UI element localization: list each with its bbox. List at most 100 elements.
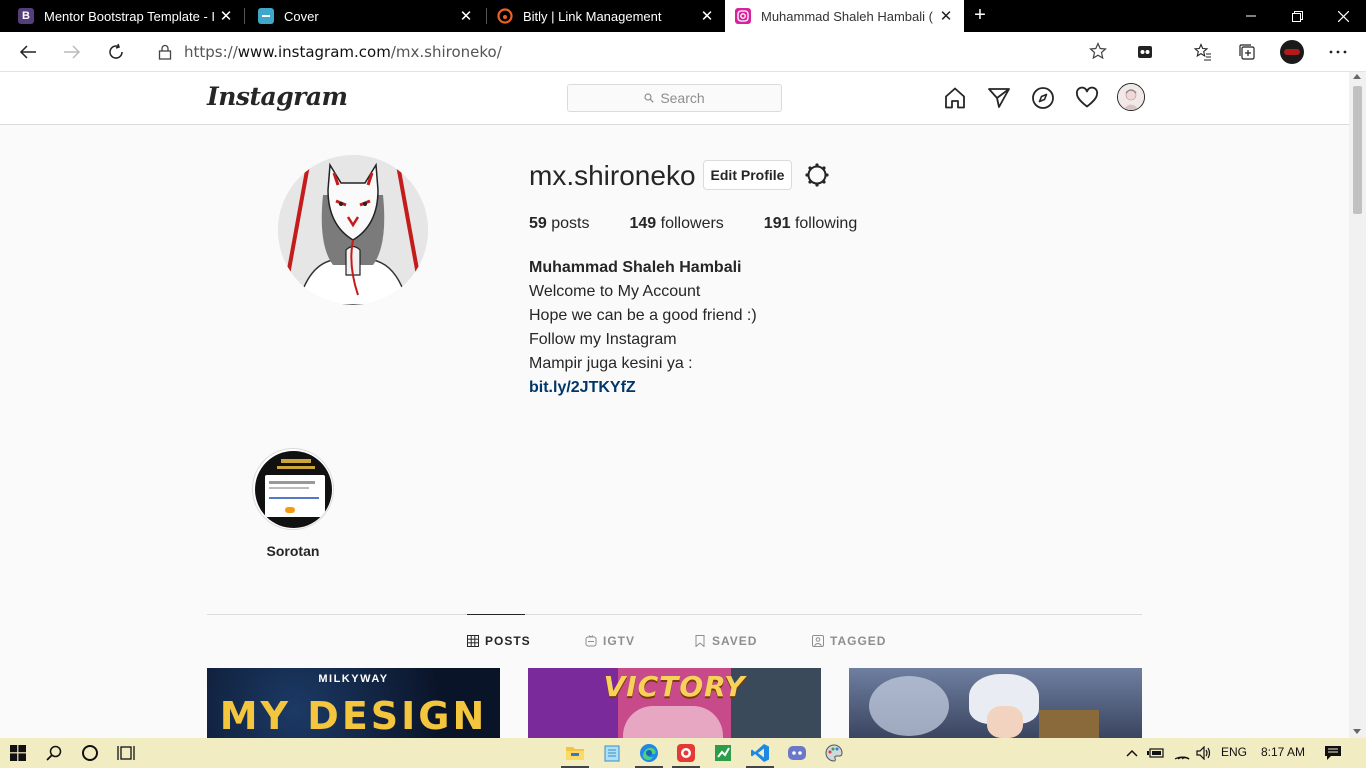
notepad-button[interactable]	[600, 741, 624, 765]
arrow-left-icon	[19, 45, 36, 59]
chevron-up-icon	[1126, 749, 1138, 757]
close-tab-icon[interactable]: ✕	[214, 7, 238, 25]
url-text: https://www.instagram.com/mx.shironeko/	[184, 42, 502, 61]
wifi-icon	[1174, 756, 1190, 760]
tab-title: Bitly | Link Management	[523, 8, 662, 24]
tab-label: IGTV	[603, 634, 636, 648]
tab-label: TAGGED	[830, 634, 887, 648]
search-input[interactable]: Search	[567, 84, 782, 112]
favorite-star-icon[interactable]	[1089, 42, 1107, 60]
task-view-button[interactable]	[114, 741, 138, 765]
favorites-button[interactable]	[1188, 37, 1218, 67]
volume-button[interactable]	[1192, 741, 1216, 765]
windows-logo-icon	[10, 745, 26, 761]
paint-app-button[interactable]	[822, 741, 846, 765]
taskbar-clock[interactable]: 8:17 AM	[1261, 745, 1305, 759]
browser-tab-cover[interactable]: Cover ✕	[240, 0, 484, 32]
bio-link[interactable]: bit.ly/2JTKYfZ	[529, 376, 757, 400]
instagram-logo[interactable]: Instagram	[207, 82, 348, 111]
tab-posts[interactable]: POSTS	[467, 634, 531, 648]
extension-icon	[1138, 46, 1152, 58]
cortana-button[interactable]	[78, 741, 102, 765]
vscode-button[interactable]	[748, 741, 772, 765]
address-bar[interactable]: https://www.instagram.com/mx.shironeko/	[145, 36, 1117, 67]
browser-tab-mentor[interactable]: B Mentor Bootstrap Template - Index ✕	[0, 0, 244, 32]
windows-taskbar: ENG 8:17 AM	[0, 738, 1366, 768]
edge-browser-button[interactable]	[637, 741, 661, 765]
tab-tagged[interactable]: TAGGED	[812, 634, 886, 648]
post-thumbnail[interactable]	[849, 668, 1142, 738]
edit-profile-button[interactable]: Edit Profile	[703, 160, 792, 190]
task-view-icon	[117, 746, 135, 760]
tab-title: Mentor Bootstrap Template - Index	[44, 8, 214, 24]
browser-tab-instagram[interactable]: Muhammad Shaleh Hambali (@mx.shironeko) …	[725, 0, 964, 32]
extension-button[interactable]	[1130, 37, 1160, 67]
close-tab-icon[interactable]: ✕	[695, 7, 719, 25]
back-button[interactable]	[13, 37, 43, 67]
search-icon	[46, 745, 62, 761]
scroll-up-arrow-icon[interactable]	[1353, 74, 1361, 79]
bio-line: Mampir juga kesini ya :	[529, 355, 693, 372]
followers-link[interactable]: 149 followers	[630, 215, 724, 233]
story-highlight[interactable]	[252, 448, 334, 530]
instagram-favicon-icon	[735, 8, 751, 24]
profile-bio: Muhammad Shaleh Hambali Welcome to My Ac…	[529, 256, 757, 400]
bio-line: Hope we can be a good friend :)	[529, 307, 757, 324]
search-placeholder: Search	[660, 90, 705, 106]
browser-tab-strip: B Mentor Bootstrap Template - Index ✕ Co…	[0, 0, 1366, 32]
grid-icon	[467, 635, 479, 647]
profile-full-name: Muhammad Shaleh Hambali	[529, 259, 742, 276]
minimize-button[interactable]	[1228, 0, 1274, 32]
notepad-icon	[604, 745, 620, 762]
explore-compass-icon[interactable]	[1031, 86, 1055, 110]
post-thumbnail[interactable]: MILKYWAY MY DESIGN	[207, 668, 500, 738]
post-caption-large: VICTORY	[603, 670, 746, 703]
tab-igtv[interactable]: IGTV	[585, 634, 635, 648]
new-tab-button[interactable]: +	[968, 4, 992, 28]
forward-button[interactable]	[57, 37, 87, 67]
settings-gear-icon[interactable]	[804, 162, 830, 188]
profile-button[interactable]	[1277, 37, 1307, 67]
post-thumbnail[interactable]: VICTORY	[528, 668, 821, 738]
close-window-button[interactable]	[1320, 0, 1366, 32]
igtv-icon	[585, 635, 597, 647]
direct-message-icon[interactable]	[987, 86, 1011, 110]
bio-line: Follow my Instagram	[529, 331, 677, 348]
browser-tab-bitly[interactable]: Bitly | Link Management ✕	[479, 0, 725, 32]
green-spreadsheet-icon	[715, 745, 731, 761]
battery-button[interactable]	[1144, 741, 1168, 765]
settings-more-button[interactable]	[1323, 37, 1353, 67]
battery-icon	[1147, 748, 1164, 758]
avatar-image	[1118, 84, 1144, 110]
post-caption-large: MY DESIGN	[219, 694, 488, 738]
discord-button[interactable]	[785, 741, 809, 765]
profile-picture[interactable]	[278, 155, 428, 305]
tab-saved[interactable]: SAVED	[694, 634, 757, 648]
restore-button[interactable]	[1274, 0, 1320, 32]
spreadsheet-app-button[interactable]	[711, 741, 735, 765]
close-tab-icon[interactable]: ✕	[454, 7, 478, 25]
taskbar-search-button[interactable]	[42, 741, 66, 765]
page-scrollbar[interactable]	[1349, 72, 1366, 738]
following-link[interactable]: 191 following	[764, 215, 857, 233]
wifi-button[interactable]	[1170, 741, 1194, 765]
windows-start-button[interactable]	[6, 741, 30, 765]
show-hidden-icons-button[interactable]	[1120, 741, 1144, 765]
browser-toolbar: https://www.instagram.com/mx.shironeko/	[0, 32, 1366, 72]
notifications-button[interactable]	[1321, 741, 1345, 765]
collections-button[interactable]	[1232, 37, 1262, 67]
bitly-icon	[497, 8, 513, 24]
profile-avatar	[1280, 40, 1304, 64]
home-icon[interactable]	[943, 86, 967, 110]
favorites-list-icon	[1194, 43, 1211, 61]
app-red-button[interactable]	[674, 741, 698, 765]
profile-avatar-small[interactable]	[1117, 83, 1145, 111]
profile-username: mx.shironeko	[529, 160, 696, 191]
refresh-button[interactable]	[101, 37, 131, 67]
file-explorer-button[interactable]	[563, 741, 587, 765]
input-language[interactable]: ENG	[1221, 745, 1247, 759]
activity-heart-icon[interactable]	[1075, 86, 1099, 110]
scroll-down-arrow-icon[interactable]	[1353, 729, 1361, 734]
scrollbar-thumb[interactable]	[1353, 86, 1362, 214]
close-tab-icon[interactable]: ✕	[934, 7, 958, 25]
